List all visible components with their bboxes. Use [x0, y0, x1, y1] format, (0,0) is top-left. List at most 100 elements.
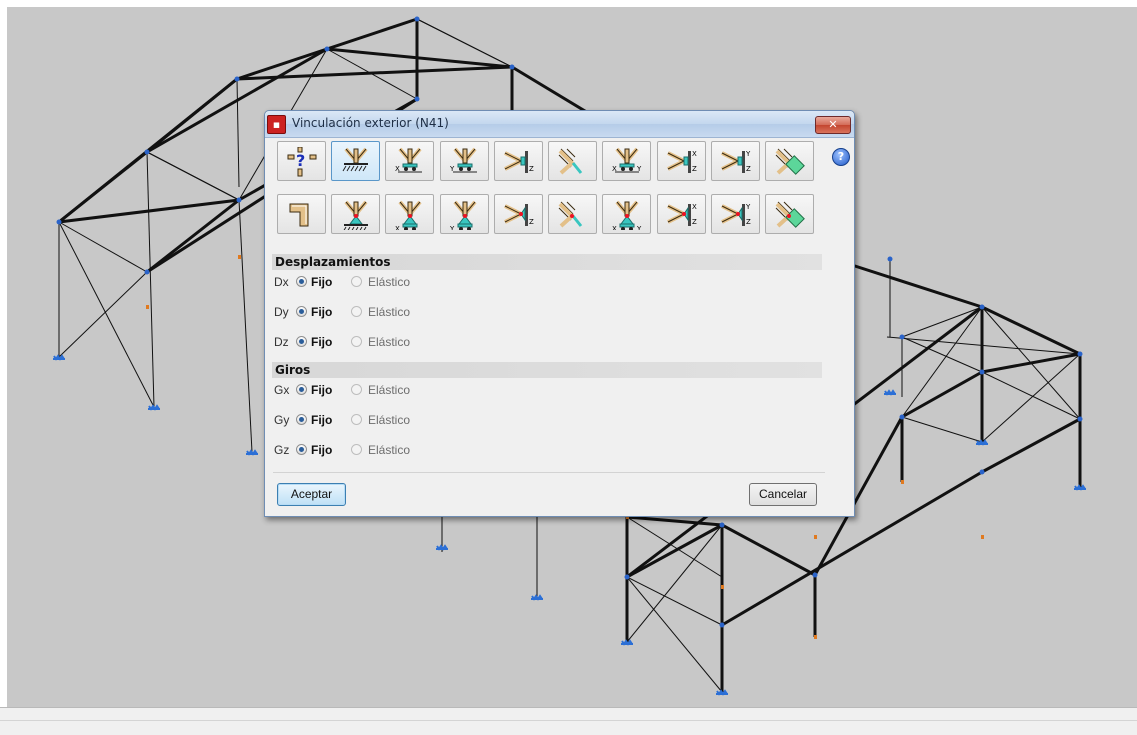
fixed-option-label[interactable]: Fijo	[311, 305, 332, 319]
support-symbol[interactable]	[53, 354, 65, 361]
structural-member[interactable]	[721, 523, 816, 577]
structural-member[interactable]	[901, 370, 983, 419]
support-symbol[interactable]	[148, 404, 160, 411]
support-type-button[interactable]: ?	[277, 141, 326, 181]
structural-member[interactable]	[981, 353, 1081, 443]
elastic-option-label[interactable]: Elástico	[368, 335, 410, 349]
structural-member[interactable]	[626, 576, 723, 693]
elastic-option-label[interactable]: Elástico	[368, 275, 410, 289]
support-type-button[interactable]	[765, 194, 814, 234]
support-type-button[interactable]: X	[385, 194, 434, 234]
structure-node[interactable]	[979, 469, 985, 475]
structure-node[interactable]	[414, 96, 420, 102]
fixed-option-label[interactable]: Fijo	[311, 335, 332, 349]
structure-node[interactable]	[509, 64, 515, 70]
close-button[interactable]: ✕	[815, 116, 851, 134]
structural-member[interactable]	[981, 371, 1081, 420]
structural-member[interactable]	[626, 515, 723, 527]
support-symbol[interactable]	[246, 449, 258, 456]
elastic-radio[interactable]	[351, 276, 362, 287]
structure-node[interactable]	[144, 149, 150, 155]
structure-node[interactable]	[56, 219, 62, 225]
support-symbol[interactable]	[716, 689, 728, 696]
structural-member[interactable]	[901, 416, 983, 443]
elastic-option-label[interactable]: Elástico	[368, 383, 410, 397]
dialog-titlebar[interactable]: ▪ Vinculación exterior (N41) ✕	[265, 111, 854, 138]
support-type-button[interactable]: X	[385, 141, 434, 181]
support-type-button[interactable]	[331, 141, 380, 181]
structural-member[interactable]	[58, 271, 148, 358]
support-type-button[interactable]	[548, 194, 597, 234]
support-symbol[interactable]	[884, 389, 896, 396]
support-type-button[interactable]: ZX	[657, 141, 706, 181]
fixed-option-label[interactable]: Fijo	[311, 275, 332, 289]
support-symbol[interactable]	[531, 594, 543, 601]
support-type-button[interactable]: XY	[602, 194, 651, 234]
structure-node[interactable]	[979, 304, 985, 310]
structure-node[interactable]	[1077, 351, 1083, 357]
support-symbol[interactable]	[976, 439, 988, 446]
structure-node[interactable]	[899, 334, 905, 340]
support-type-button[interactable]: Z	[494, 141, 543, 181]
support-type-button[interactable]: XY	[602, 141, 651, 181]
elastic-option-label[interactable]: Elástico	[368, 413, 410, 427]
fixed-option-label[interactable]: Fijo	[311, 413, 332, 427]
support-type-button[interactable]	[765, 141, 814, 181]
structure-node[interactable]	[812, 572, 818, 578]
structural-member[interactable]	[146, 151, 240, 201]
support-symbol[interactable]	[1074, 484, 1086, 491]
structural-member[interactable]	[146, 77, 238, 154]
elastic-radio[interactable]	[351, 414, 362, 425]
support-type-button[interactable]	[277, 194, 326, 234]
support-type-button[interactable]: ZY	[711, 141, 760, 181]
elastic-radio[interactable]	[351, 336, 362, 347]
fixed-radio[interactable]	[296, 276, 307, 287]
structural-member[interactable]	[236, 65, 513, 81]
help-button[interactable]: ?	[832, 148, 850, 166]
support-type-button[interactable]: Y	[440, 141, 489, 181]
structural-member[interactable]	[146, 151, 155, 408]
support-symbol[interactable]	[621, 639, 633, 646]
structure-node[interactable]	[234, 76, 240, 82]
structure-node[interactable]	[887, 256, 893, 262]
fixed-radio[interactable]	[296, 444, 307, 455]
support-type-button[interactable]: ZX	[657, 194, 706, 234]
fixed-radio[interactable]	[296, 336, 307, 347]
fixed-option-label[interactable]: Fijo	[311, 383, 332, 397]
structural-member[interactable]	[626, 523, 723, 579]
structural-member[interactable]	[238, 199, 253, 453]
structural-member[interactable]	[901, 306, 983, 418]
structural-member[interactable]	[981, 417, 1081, 474]
fixed-radio[interactable]	[296, 384, 307, 395]
elastic-option-label[interactable]: Elástico	[368, 305, 410, 319]
structural-member[interactable]	[58, 221, 155, 408]
structure-node[interactable]	[624, 574, 630, 580]
support-type-button[interactable]	[548, 141, 597, 181]
fixed-radio[interactable]	[296, 414, 307, 425]
elastic-radio[interactable]	[351, 306, 362, 317]
fixed-radio[interactable]	[296, 306, 307, 317]
structure-node[interactable]	[324, 46, 330, 52]
elastic-radio[interactable]	[351, 384, 362, 395]
structural-member[interactable]	[981, 352, 1081, 374]
structure-node[interactable]	[979, 369, 985, 375]
cancel-button[interactable]: Cancelar	[749, 483, 817, 506]
structural-member[interactable]	[901, 306, 983, 338]
accept-button[interactable]: Aceptar	[277, 483, 346, 506]
support-type-button[interactable]: ZY	[711, 194, 760, 234]
support-symbol[interactable]	[436, 544, 448, 551]
structure-node[interactable]	[719, 622, 725, 628]
support-type-button[interactable]	[331, 194, 380, 234]
structure-node[interactable]	[719, 522, 725, 528]
elastic-radio[interactable]	[351, 444, 362, 455]
support-type-button[interactable]: Y	[440, 194, 489, 234]
structure-node[interactable]	[236, 197, 242, 203]
fixed-option-label[interactable]: Fijo	[311, 443, 332, 457]
elastic-option-label[interactable]: Elástico	[368, 443, 410, 457]
support-type-button[interactable]: Z	[494, 194, 543, 234]
structural-member[interactable]	[236, 78, 240, 188]
structure-node[interactable]	[414, 16, 420, 22]
structure-node[interactable]	[1077, 416, 1083, 422]
structure-node[interactable]	[899, 414, 905, 420]
structure-node[interactable]	[144, 269, 150, 275]
